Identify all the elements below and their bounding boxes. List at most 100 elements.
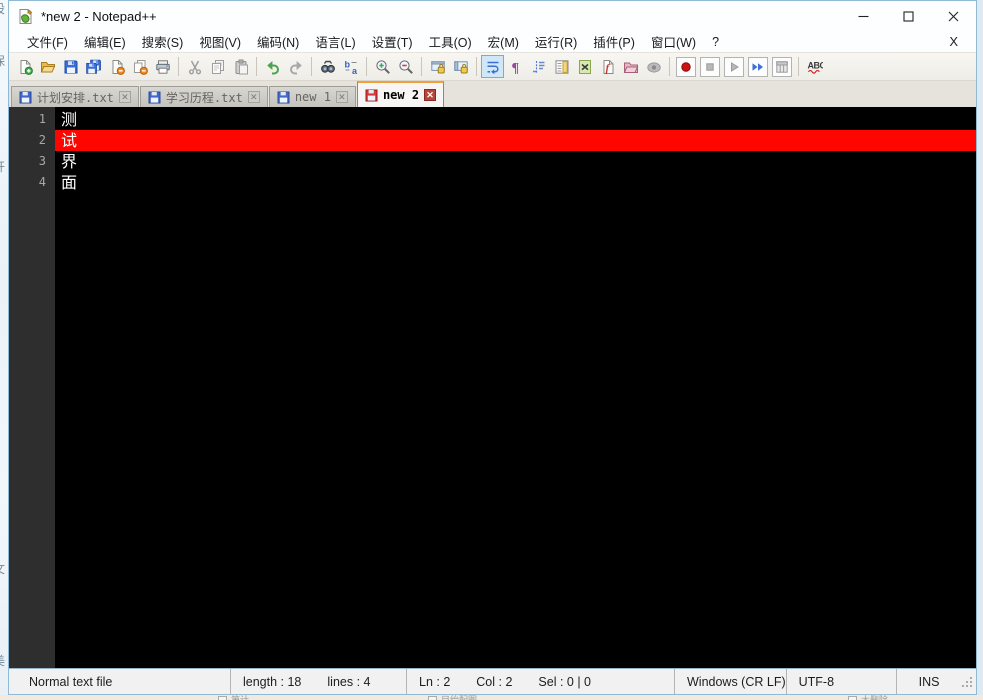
tab-close-icon[interactable]: ✕	[335, 91, 348, 103]
line-number-gutter: 1 2 3 4	[9, 107, 55, 668]
code-line-current[interactable]: 试	[55, 130, 976, 151]
doc-map-button[interactable]	[550, 55, 573, 78]
menu-item-search[interactable]: 搜索(S)	[134, 30, 192, 53]
macro-play-button[interactable]	[724, 56, 744, 77]
replace-button[interactable]: ba	[339, 55, 362, 78]
sync-scroll-v-button[interactable]	[426, 55, 449, 78]
svg-text:b: b	[344, 59, 350, 69]
show-all-chars-button[interactable]: ¶	[504, 55, 527, 78]
tab-1[interactable]: 计划安排.txt ✕	[11, 86, 139, 107]
open-file-button[interactable]	[36, 55, 59, 78]
doc-map-icon	[554, 59, 570, 75]
menu-item-help[interactable]: ?	[704, 33, 727, 51]
redo-icon	[288, 59, 304, 75]
background-text-fragment: 开	[0, 158, 5, 175]
checkbox-icon	[218, 696, 227, 700]
redo-button[interactable]	[284, 55, 307, 78]
replace-icon: ba	[343, 59, 359, 75]
code-line[interactable]: 界	[55, 151, 976, 172]
close-all-button[interactable]	[128, 55, 151, 78]
indent-guide-button[interactable]	[527, 55, 550, 78]
background-checkbox-fragment: 大删除	[848, 696, 888, 700]
notepadpp-window: *new 2 - Notepad++ 文件(F) 编辑(E) 搜索(S) 视图(V) 编…	[8, 0, 977, 695]
code-line[interactable]: 面	[55, 172, 976, 193]
menu-item-plugins[interactable]: 插件(P)	[585, 30, 643, 53]
background-checkbox-fragment: 第计	[218, 696, 249, 700]
menu-item-window[interactable]: 窗口(W)	[643, 30, 704, 53]
print-button[interactable]	[151, 55, 174, 78]
menu-item-run[interactable]: 运行(R)	[527, 30, 585, 53]
toolbar: b a ¶ f ABC	[9, 52, 976, 81]
checkbox-icon	[428, 696, 437, 700]
close-button[interactable]	[931, 1, 976, 31]
status-insert-mode[interactable]: INS	[897, 669, 976, 694]
menu-item-edit[interactable]: 编辑(E)	[76, 30, 134, 53]
minimize-button[interactable]	[841, 1, 886, 31]
word-wrap-button[interactable]	[481, 55, 504, 78]
sync-scroll-h-button[interactable]	[449, 55, 472, 78]
resize-grip-icon[interactable]	[961, 676, 974, 692]
menu-item-view[interactable]: 视图(V)	[191, 30, 249, 53]
status-eol-format[interactable]: Windows (CR LF)	[675, 669, 787, 694]
menu-bar: 文件(F) 编辑(E) 搜索(S) 视图(V) 编码(N) 语言(L) 设置(T) 工具(O)…	[9, 31, 976, 52]
code-area[interactable]: 测试界面	[55, 107, 976, 668]
paste-button[interactable]	[229, 55, 252, 78]
zoom-in-button[interactable]	[371, 55, 394, 78]
toolbar-separator	[421, 57, 422, 76]
background-window-bottom-sliver: 第计 目绐配图 大删除	[0, 695, 983, 700]
tab-3[interactable]: new 1 ✕	[268, 86, 356, 107]
menubar-close-button[interactable]: X	[945, 34, 962, 49]
code-line[interactable]: 测	[55, 109, 976, 130]
menu-item-settings[interactable]: 设置(T)	[364, 30, 421, 53]
menu-item-macro[interactable]: 宏(M)	[480, 30, 527, 53]
tab-close-icon[interactable]: ✕	[424, 89, 437, 101]
background-text-fragment: 设	[0, 0, 5, 17]
tab-4[interactable]: new 2 ✕	[356, 81, 445, 107]
tab-close-icon[interactable]: ✕	[118, 91, 131, 103]
save-all-button[interactable]	[82, 55, 105, 78]
cut-button[interactable]	[183, 55, 206, 78]
status-sel: Sel : 0 | 0	[538, 674, 592, 689]
toolbar-separator	[476, 57, 477, 76]
toolbar-separator	[669, 57, 670, 76]
status-ln: Ln : 2	[419, 674, 451, 689]
saved-file-icon	[19, 91, 32, 104]
tab-close-icon[interactable]: ✕	[247, 91, 260, 103]
undo-button[interactable]	[261, 55, 284, 78]
macro-run-multiple-button[interactable]	[748, 56, 768, 77]
spell-check-icon: ABC	[807, 59, 823, 75]
macro-stop-button[interactable]	[700, 56, 720, 77]
unsaved-file-icon	[365, 89, 378, 102]
menu-item-language[interactable]: 语言(L)	[307, 30, 363, 53]
spell-check-button[interactable]: ABC	[803, 55, 826, 78]
close-button[interactable]	[105, 55, 128, 78]
toolbar-separator	[178, 57, 179, 76]
tab-label: new 2	[382, 88, 420, 102]
udl-button[interactable]	[573, 55, 596, 78]
macro-save-button[interactable]	[772, 56, 792, 77]
menu-item-file[interactable]: 文件(F)	[19, 30, 76, 53]
monitoring-button[interactable]	[642, 55, 665, 78]
menu-item-tools[interactable]: 工具(O)	[421, 30, 480, 53]
word-wrap-icon	[485, 59, 501, 75]
function-list-button[interactable]: f	[596, 55, 619, 78]
save-icon	[63, 59, 79, 75]
status-bar: Normal text file length : 18 lines : 4 L…	[9, 668, 976, 694]
find-button[interactable]	[316, 55, 339, 78]
zoom-out-button[interactable]	[394, 55, 417, 78]
status-encoding[interactable]: UTF-8	[787, 669, 897, 694]
menu-item-encoding[interactable]: 编码(N)	[249, 30, 307, 53]
folder-workspace-button[interactable]	[619, 55, 642, 78]
find-icon	[320, 59, 336, 75]
title-bar: *new 2 - Notepad++	[9, 1, 976, 31]
zoom-in-icon	[375, 59, 391, 75]
save-button[interactable]	[59, 55, 82, 78]
tab-2[interactable]: 学习历程.txt ✕	[139, 86, 268, 107]
macro-record-button[interactable]	[676, 56, 696, 77]
maximize-button[interactable]	[886, 1, 931, 31]
editor[interactable]: 1 2 3 4 测试界面	[9, 107, 976, 668]
new-file-button[interactable]	[13, 55, 36, 78]
zoom-out-icon	[398, 59, 414, 75]
status-length-lines: length : 18 lines : 4	[231, 669, 407, 694]
copy-button[interactable]	[206, 55, 229, 78]
